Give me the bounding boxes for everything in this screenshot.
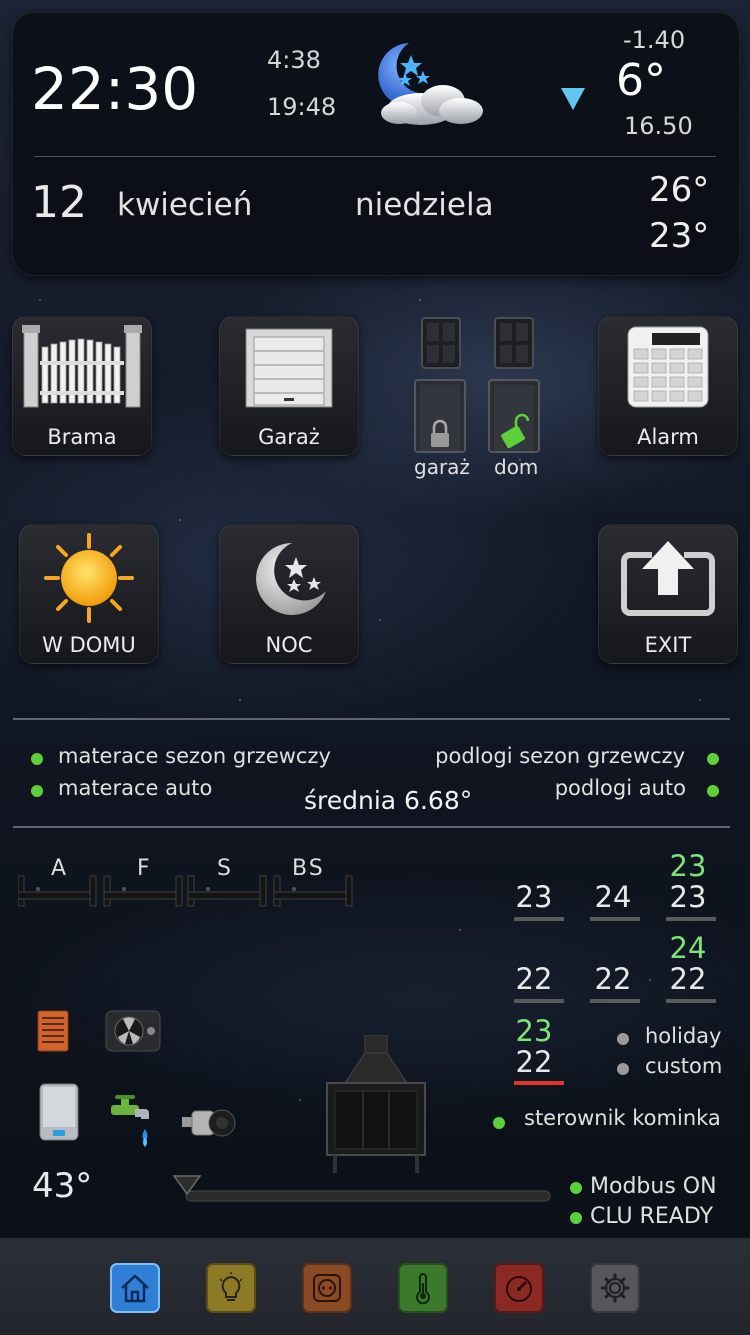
temp-min: -1.40: [623, 26, 686, 54]
boiler-temp: 43°: [32, 1166, 93, 1206]
date-weekday: niedziela: [355, 187, 494, 223]
nav-lights-button[interactable]: [206, 1263, 256, 1313]
noc-label: NOC: [265, 633, 313, 657]
nav-sockets-button[interactable]: [302, 1263, 352, 1313]
mode-dot-custom: [617, 1063, 629, 1075]
grid-r1c3-bar: [666, 917, 716, 921]
srednia-temp: średnia 6.68°: [304, 786, 473, 815]
grid-r2c3[interactable]: 22: [663, 962, 713, 996]
moon-cloud-icon: [361, 37, 496, 136]
grid-r1c3-setpoint: 23: [669, 849, 707, 883]
down-arrow-icon: [560, 85, 586, 115]
exit-label: EXIT: [644, 633, 692, 657]
noc-button[interactable]: NOC: [219, 524, 359, 664]
divider-1: [13, 718, 730, 720]
exit-button[interactable]: EXIT: [598, 524, 738, 664]
fireplace-controller-label[interactable]: sterownik kominka: [524, 1106, 721, 1130]
w-domu-label: W DOMU: [42, 633, 136, 657]
keypad-icon: [599, 325, 737, 409]
status-dot-clu: [570, 1212, 582, 1224]
grid-r3c1-bar: [514, 1081, 564, 1085]
fireplace-icon[interactable]: [325, 1034, 427, 1179]
grid-r2c2-bar: [590, 999, 640, 1003]
window-garaz-icon: [421, 317, 461, 373]
door-lock-garaz-button[interactable]: [414, 379, 466, 457]
moon-stars-icon: [220, 533, 358, 623]
status-dot-podlogi-auto: [707, 785, 719, 797]
radiator-icon[interactable]: [37, 1010, 69, 1056]
grid-r2c3-bar: [666, 999, 716, 1003]
lock-label-garaz: garaż: [414, 455, 470, 479]
status-dot-materace-auto: [31, 785, 43, 797]
grid-r2c1-bar: [514, 999, 564, 1003]
status-dot-podlogi-sezon: [707, 753, 719, 765]
status-dot-kominek: [493, 1117, 505, 1129]
socket-icon: [313, 1274, 341, 1302]
boiler-icon[interactable]: [39, 1083, 79, 1145]
mode-custom[interactable]: custom: [645, 1054, 722, 1078]
sunset-time: 19:48: [267, 93, 337, 121]
water-tap-icon[interactable]: [107, 1095, 155, 1157]
date-day: 12: [31, 177, 87, 228]
grid-r1c2[interactable]: 24: [588, 880, 638, 914]
date-month: kwiecień: [117, 187, 253, 223]
grid-r3c1-setpoint: 23: [515, 1014, 553, 1048]
grid-r3c1[interactable]: 22: [509, 1045, 559, 1079]
exit-icon: [599, 533, 737, 623]
materace-auto-label[interactable]: materace auto: [58, 776, 212, 800]
header-panel: 22:30 4:38 19:48 -1.40 6° 16.50 12 kwiec…: [12, 12, 740, 276]
sunrise-time: 4:38: [267, 46, 321, 74]
thermometer-icon: [416, 1273, 430, 1305]
home-icon: [121, 1274, 149, 1303]
materace-sezon-label[interactable]: materace sezon grzewczy: [58, 744, 331, 768]
nav-heating-button[interactable]: [398, 1263, 448, 1313]
nav-home-button[interactable]: [110, 1263, 160, 1313]
grid-r1c1[interactable]: 23: [509, 880, 559, 914]
grid-r2c3-setpoint: 24: [669, 931, 707, 965]
grid-r1c3[interactable]: 23: [663, 880, 713, 914]
podlogi-sezon-label[interactable]: podlogi sezon grzewczy: [435, 744, 685, 768]
mode-dot-holiday: [617, 1033, 629, 1045]
clock-time: 22:30: [31, 55, 199, 123]
gear-icon: [600, 1273, 630, 1303]
modbus-status: Modbus ON: [590, 1174, 717, 1199]
bottom-nav: [0, 1238, 750, 1335]
alarm-button[interactable]: Alarm: [598, 316, 738, 456]
grid-r1c2-bar: [590, 917, 640, 921]
brama-label: Brama: [47, 425, 117, 449]
mode-holiday[interactable]: holiday: [645, 1024, 721, 1048]
grid-r2c1[interactable]: 22: [509, 962, 559, 996]
lock-label-dom: dom: [494, 455, 539, 479]
temp-outside: 6°: [616, 55, 666, 106]
w-domu-button[interactable]: W DOMU: [19, 524, 159, 664]
garage-door-icon: [220, 325, 358, 409]
fan-icon[interactable]: [105, 1010, 161, 1056]
clu-status: CLU READY: [590, 1204, 714, 1229]
door-lock-dom-button[interactable]: [488, 379, 540, 457]
garaz-label: Garaż: [258, 425, 320, 449]
temp-indoor-b: 23°: [649, 216, 710, 256]
shades-rail-icon[interactable]: [17, 874, 358, 912]
bulb-icon: [219, 1272, 243, 1301]
nav-settings-button[interactable]: [590, 1263, 640, 1313]
grid-r2c2[interactable]: 22: [588, 962, 638, 996]
sun-icon: [20, 533, 158, 623]
podlogi-auto-label[interactable]: podlogi auto: [555, 776, 686, 800]
temp-indoor-a: 26°: [649, 170, 710, 210]
temp-max: 16.50: [624, 112, 693, 140]
status-dot-modbus: [570, 1182, 582, 1194]
window-dom-icon: [494, 317, 534, 373]
brama-button[interactable]: Brama: [12, 316, 152, 456]
nav-energy-button[interactable]: [494, 1263, 544, 1313]
grid-r1c1-bar: [514, 917, 564, 921]
alarm-label: Alarm: [637, 425, 699, 449]
gate-icon: [13, 325, 151, 409]
pump-icon[interactable]: [180, 1105, 236, 1145]
status-dot-materace-sezon: [31, 753, 43, 765]
garaz-button[interactable]: Garaż: [219, 316, 359, 456]
header-divider: [34, 156, 716, 157]
gauge-icon: [506, 1276, 532, 1302]
fireplace-slider[interactable]: [172, 1174, 552, 1208]
divider-2: [13, 826, 730, 828]
